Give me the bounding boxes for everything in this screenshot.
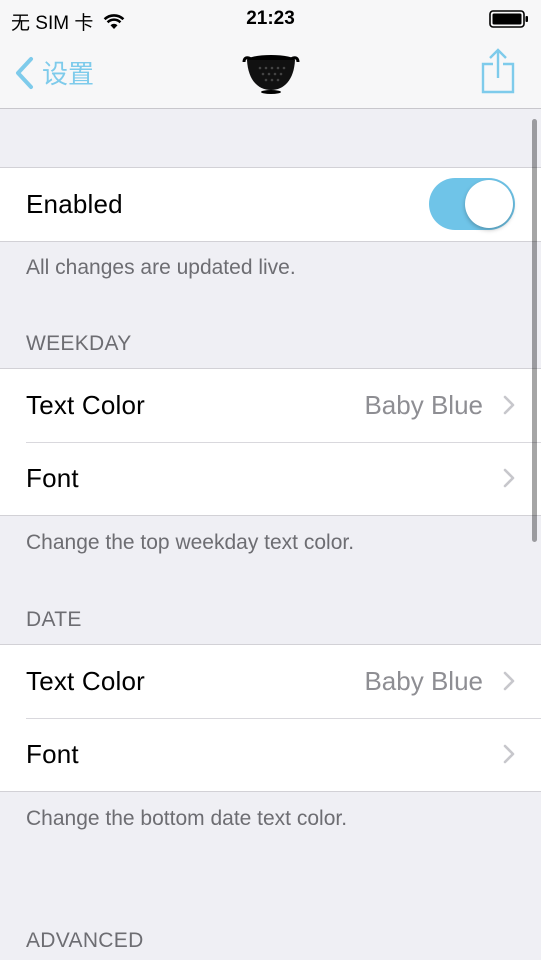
- date-text-color-value: Baby Blue: [364, 666, 483, 696]
- chevron-right-icon: [503, 744, 515, 764]
- date-footer: Change the bottom date text color.: [26, 807, 348, 830]
- enabled-group: Enabled: [0, 167, 541, 242]
- chevron-left-icon: [16, 56, 33, 89]
- colander-logo-icon: [242, 55, 300, 94]
- chevron-right-icon: [503, 671, 515, 691]
- back-button[interactable]: 设置: [14, 54, 94, 91]
- share-icon[interactable]: [481, 48, 515, 94]
- weekday-group: Text Color Baby Blue Font: [0, 368, 541, 516]
- weekday-footer: Change the top weekday text color.: [26, 531, 355, 554]
- date-group: Text Color Baby Blue Font: [0, 644, 541, 792]
- enabled-toggle[interactable]: [429, 178, 515, 230]
- date-font-row[interactable]: Font: [0, 718, 541, 791]
- date-text-color-label: Text Color: [26, 666, 146, 696]
- enabled-row: Enabled: [0, 168, 541, 241]
- date-header: DATE: [26, 608, 82, 631]
- weekday-text-color-label: Text Color: [26, 390, 146, 420]
- weekday-font-label: Font: [26, 463, 79, 493]
- weekday-text-color-value: Baby Blue: [364, 390, 483, 420]
- status-bar: 无 SIM 卡 21:23: [0, 0, 541, 38]
- navigation-bar: 设置: [0, 38, 541, 109]
- date-text-color-row[interactable]: Text Color Baby Blue: [0, 645, 541, 718]
- weekday-header: WEEKDAY: [26, 332, 132, 355]
- toggle-knob: [465, 180, 513, 228]
- settings-list[interactable]: Enabled All changes are updated live. WE…: [0, 109, 541, 960]
- date-font-label: Font: [26, 739, 79, 769]
- scrollbar[interactable]: [532, 119, 537, 542]
- enabled-footer: All changes are updated live.: [26, 256, 296, 279]
- weekday-text-color-row[interactable]: Text Color Baby Blue: [0, 369, 541, 442]
- weekday-font-row[interactable]: Font: [0, 442, 541, 515]
- status-time: 21:23: [246, 8, 295, 29]
- advanced-header: ADVANCED: [26, 929, 144, 952]
- chevron-right-icon: [503, 395, 515, 415]
- back-button-label: 设置: [42, 59, 95, 89]
- battery-icon: [489, 10, 528, 28]
- enabled-label: Enabled: [26, 189, 123, 219]
- chevron-right-icon: [503, 468, 515, 488]
